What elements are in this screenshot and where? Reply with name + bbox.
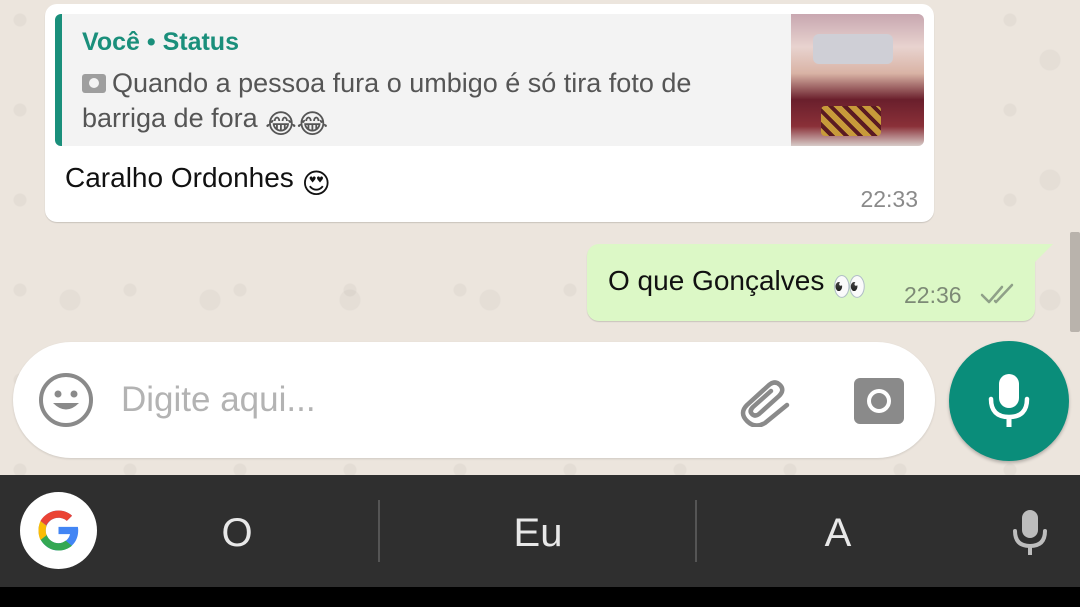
- quote-text-block: Quando a pessoa fura o umbigo é só tira …: [82, 66, 782, 142]
- message-input[interactable]: [121, 372, 701, 428]
- outgoing-message-bubble[interactable]: O que Gonçalves 👀 22:36: [587, 244, 1053, 321]
- incoming-message-text: Caralho Ordonhes: [65, 162, 294, 193]
- paperclip-icon[interactable]: [735, 375, 795, 427]
- incoming-message-bubble[interactable]: Você • Status Quando a pessoa fura o umb…: [45, 4, 934, 222]
- voice-message-button[interactable]: [949, 341, 1069, 461]
- suggestion-1[interactable]: O: [137, 505, 337, 561]
- quoted-status-preview[interactable]: Você • Status Quando a pessoa fura o umb…: [55, 14, 924, 146]
- incoming-message-emoji: 😍: [301, 168, 331, 199]
- status-thumbnail[interactable]: [791, 14, 924, 146]
- quote-source: Status: [162, 28, 239, 56]
- microphone-icon: [988, 374, 1030, 427]
- incoming-message-text-line: Caralho Ordonhes 😍: [65, 162, 331, 200]
- message-composer: [13, 342, 935, 458]
- chat-scrollbar[interactable]: [1070, 232, 1080, 332]
- suggestion-divider: [695, 500, 697, 562]
- suggestion-divider: [378, 500, 380, 562]
- suggestion-3[interactable]: A: [738, 505, 938, 561]
- thumbnail-detail: [821, 106, 881, 136]
- thumbnail-detail: [813, 34, 893, 64]
- quote-header: Você • Status: [82, 28, 239, 57]
- google-g-icon: [38, 510, 79, 551]
- camera-icon[interactable]: [853, 377, 905, 425]
- quote-text: Quando a pessoa fura o umbigo é só tira …: [82, 68, 692, 133]
- outgoing-message-text-line: O que Gonçalves 👀: [608, 265, 867, 303]
- photo-icon: [82, 74, 106, 93]
- quote-separator: •: [146, 28, 156, 56]
- google-search-button[interactable]: [20, 492, 97, 569]
- outgoing-message-emoji: 👀: [832, 271, 867, 302]
- smiley-icon[interactable]: [38, 372, 94, 428]
- microphone-icon[interactable]: [1010, 508, 1050, 558]
- system-navigation-bar: [0, 587, 1080, 607]
- quote-emoji: 😂😂: [265, 109, 329, 139]
- quote-author: Você: [82, 28, 140, 56]
- incoming-message-time: 22:33: [860, 186, 918, 212]
- double-check-icon: [980, 283, 1014, 304]
- keyboard-suggestion-bar: O Eu A: [0, 475, 1080, 587]
- outgoing-message-text: O que Gonçalves: [608, 265, 825, 296]
- outgoing-message-time: 22:36: [904, 282, 962, 308]
- suggestion-2[interactable]: Eu: [438, 505, 638, 561]
